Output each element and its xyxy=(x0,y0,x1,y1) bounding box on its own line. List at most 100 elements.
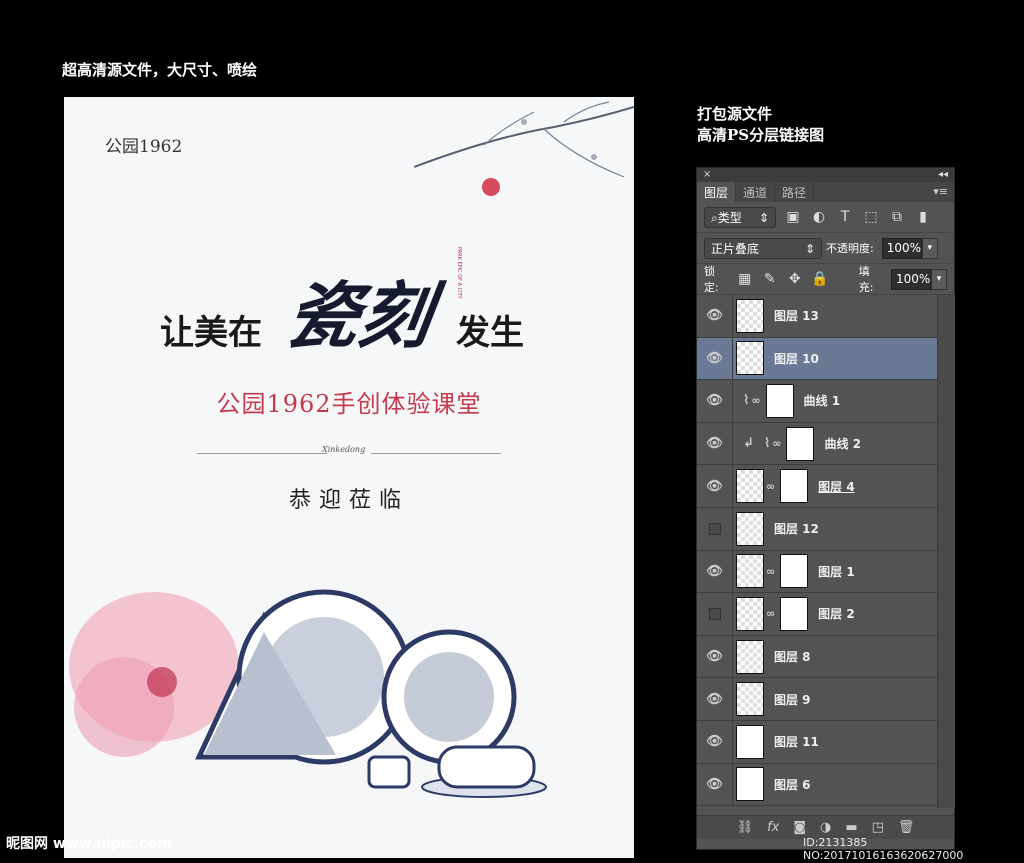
layer-name[interactable]: 图层 10 xyxy=(774,350,819,367)
headline: 让美在 瓷刻 发生 xyxy=(160,273,560,367)
watermark-id: ID:2131385 NO:20171016163620627000 xyxy=(803,836,964,862)
layer-row[interactable]: 👁 ∞ 图层 4 xyxy=(697,465,937,508)
lock-position-move-icon[interactable]: ✥ xyxy=(786,271,803,287)
hidden-checkbox[interactable] xyxy=(708,607,721,620)
type-filter-icon[interactable]: T xyxy=(836,209,854,225)
clip-arrow-icon: ↲ xyxy=(743,436,754,452)
layer-name[interactable]: 图层 9 xyxy=(774,691,811,708)
layer-thumbnail[interactable] xyxy=(736,596,764,631)
layers-scrollbar[interactable] xyxy=(937,295,955,808)
layer-thumbnail[interactable] xyxy=(736,639,764,674)
visibility-eye-icon[interactable]: 👁 xyxy=(697,635,733,678)
blend-mode-select[interactable]: 正片叠底 ⇕ xyxy=(704,237,822,259)
layer-name[interactable]: 图层 13 xyxy=(774,307,819,324)
chain-link-icon: ∞ xyxy=(766,479,776,493)
opacity-label: 不透明度: xyxy=(826,242,874,255)
layer-thumbnail[interactable] xyxy=(736,298,764,333)
layer-row[interactable]: 👁 图层 8 xyxy=(697,635,937,679)
delete-trash-icon[interactable]: 🗑 xyxy=(898,820,915,835)
curves-adjustment-icon: ⌇ xyxy=(743,393,750,409)
filter-toggle[interactable]: ▮ xyxy=(914,209,932,225)
layer-thumbnail[interactable] xyxy=(736,341,764,376)
layer-row[interactable]: ∞ 图层 2 xyxy=(697,593,937,636)
layer-row[interactable]: 👁 ⌇ ∞ 曲线 1 xyxy=(697,380,937,423)
smart-object-filter-icon[interactable]: ⧉ xyxy=(888,209,906,225)
visibility-toggle[interactable] xyxy=(697,507,733,550)
fx-icon[interactable]: fx xyxy=(767,820,779,835)
shape-filter-icon[interactable]: ⬚ xyxy=(862,209,880,225)
layer-row[interactable]: 👁 ↲ ⌇ ∞ 曲线 2 xyxy=(697,422,937,466)
adjustment-filter-icon[interactable]: ◐ xyxy=(810,209,828,225)
opacity-dropdown[interactable]: ▾ xyxy=(921,237,938,259)
collapse-icon[interactable]: ◂◂ xyxy=(938,168,948,182)
add-mask-icon[interactable]: ◙ xyxy=(793,820,806,835)
fill-label: 填充: xyxy=(858,265,874,294)
layer-name[interactable]: 图层 11 xyxy=(774,733,819,750)
mask-thumbnail[interactable] xyxy=(765,383,794,418)
tab-paths[interactable]: 路径 xyxy=(775,182,815,202)
layer-thumbnail[interactable] xyxy=(736,682,764,717)
fill-dropdown[interactable]: ▾ xyxy=(931,268,947,290)
layers-list: 👁 图层 13 👁 图层 10 👁 ⌇ ∞ 曲线 1 👁 ↲ ⌇ ∞ 曲线 2 👁 ∞ 图层 4 图层 12 👁 ∞… xyxy=(697,295,937,808)
panel-menu-icon[interactable]: ▾≡ xyxy=(933,185,948,198)
poster-subtitle: 公园1962手创体验课堂 xyxy=(216,390,482,418)
watermark-site: 昵图网 www.nipic.com xyxy=(6,836,172,852)
layer-thumbnail[interactable] xyxy=(736,724,764,759)
layer-row[interactable]: 图层 12 xyxy=(697,507,937,551)
visibility-eye-icon[interactable]: 👁 xyxy=(697,763,733,806)
poster-preview: 公园1962 让美在 瓷刻 发生 PARK EPIC OF A CITY 公园1… xyxy=(64,97,634,858)
fill-input[interactable]: 100% xyxy=(891,268,931,290)
mask-thumbnail[interactable] xyxy=(780,596,809,631)
layer-row[interactable]: 👁 图层 6 xyxy=(697,763,937,807)
link-layers-icon[interactable]: ⛓ xyxy=(737,820,754,835)
layer-row[interactable]: 👁 图层 13 xyxy=(697,295,937,338)
layer-row[interactable]: 👁 图层 9 xyxy=(697,678,937,721)
filter-type-select[interactable]: ⌕类型 ⇕ xyxy=(704,206,776,228)
tab-channels[interactable]: 通道 xyxy=(736,182,776,202)
visibility-eye-icon[interactable]: 👁 xyxy=(697,678,733,720)
tab-layers[interactable]: 图层 xyxy=(697,182,737,202)
layer-thumbnail[interactable] xyxy=(736,554,764,589)
visibility-eye-icon[interactable]: 👁 xyxy=(697,337,733,380)
layer-name[interactable]: 曲线 2 xyxy=(824,435,861,452)
visibility-eye-icon[interactable]: 👁 xyxy=(697,550,733,593)
layer-row[interactable]: 👁 图层 10 xyxy=(697,337,937,381)
layer-name[interactable]: 图层 4 xyxy=(818,478,855,495)
visibility-eye-icon[interactable]: 👁 xyxy=(697,465,733,507)
mask-thumbnail[interactable] xyxy=(780,554,809,589)
new-adjustment-icon[interactable]: ◑ xyxy=(820,820,831,835)
visibility-eye-icon[interactable]: 👁 xyxy=(697,720,733,763)
layer-thumbnail[interactable] xyxy=(736,767,764,802)
new-group-folder-icon[interactable]: ▬ xyxy=(845,820,857,835)
visibility-toggle[interactable] xyxy=(697,593,733,635)
visibility-eye-icon[interactable]: 👁 xyxy=(697,380,733,422)
divider-script: Xinkedong xyxy=(322,445,366,454)
layer-row[interactable]: 👁 图层 11 xyxy=(697,720,937,764)
layer-thumbnail[interactable] xyxy=(736,469,764,504)
layer-name[interactable]: 曲线 1 xyxy=(804,392,841,409)
image-filter-icon[interactable]: ▣ xyxy=(784,209,802,225)
visibility-eye-icon[interactable]: 👁 xyxy=(697,422,733,465)
lock-pixels-brush-icon[interactable]: ✎ xyxy=(761,271,778,287)
opacity-input[interactable]: 100% xyxy=(881,237,922,259)
layer-name[interactable]: 图层 8 xyxy=(774,648,811,665)
plum-branch-illustration xyxy=(413,101,634,196)
layer-name[interactable]: 图层 2 xyxy=(818,605,855,622)
lock-all-icon[interactable]: 🔒 xyxy=(811,271,828,287)
mask-thumbnail[interactable] xyxy=(780,469,809,504)
layer-name[interactable]: 图层 12 xyxy=(774,520,819,537)
chain-link-icon: ∞ xyxy=(766,564,776,578)
mask-thumbnail[interactable] xyxy=(786,426,815,461)
chain-link-icon: ∞ xyxy=(766,607,776,621)
layer-thumbnail[interactable] xyxy=(736,511,764,546)
caption-right-1: 打包源文件 xyxy=(697,105,773,123)
lock-transparency-icon[interactable]: ▦ xyxy=(736,271,753,287)
close-icon[interactable]: × xyxy=(703,168,711,182)
hidden-checkbox[interactable] xyxy=(708,522,721,535)
layer-name[interactable]: 图层 1 xyxy=(818,563,855,580)
layer-name[interactable]: 图层 6 xyxy=(774,776,811,793)
layer-row[interactable]: 👁 ∞ 图层 1 xyxy=(697,550,937,594)
visibility-eye-icon[interactable]: 👁 xyxy=(697,295,733,337)
new-layer-icon[interactable]: ◳ xyxy=(872,820,884,835)
chain-link-icon: ∞ xyxy=(772,437,782,451)
